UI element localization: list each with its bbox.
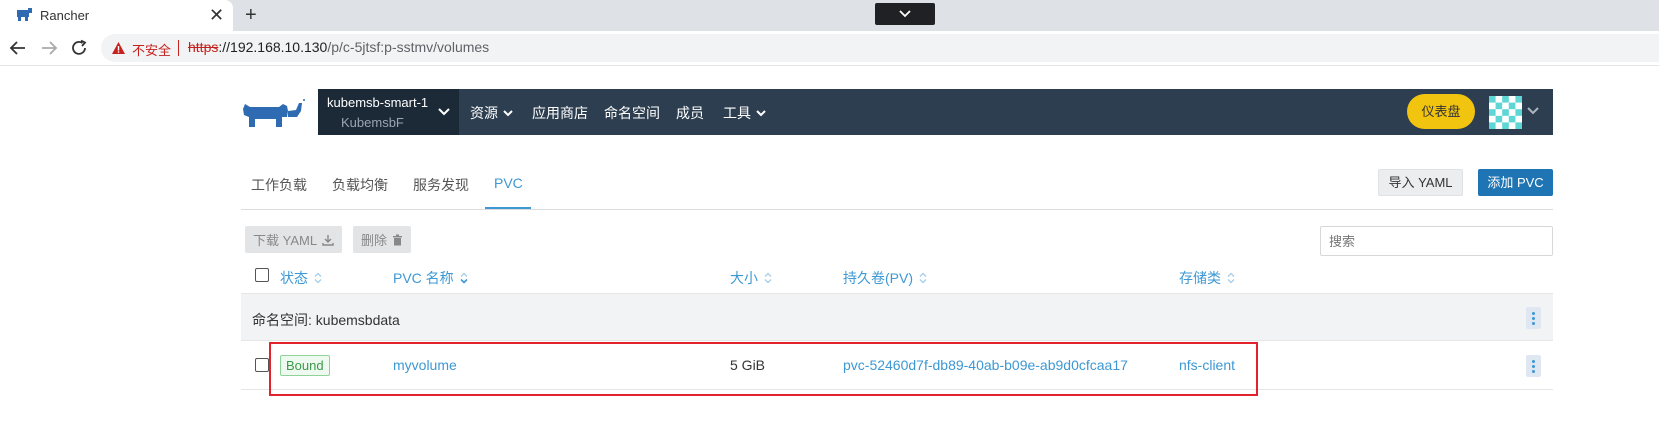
column-header-state-label: 状态	[280, 270, 308, 286]
tab-pvc[interactable]: PVC	[494, 175, 523, 191]
group-actions-menu-icon[interactable]	[1526, 307, 1541, 329]
download-yaml-label: 下载 YAML	[253, 233, 318, 248]
column-header-persistent-volume[interactable]: 持久卷(PV)	[843, 268, 927, 288]
tab-workloads[interactable]: 工作负载	[251, 175, 307, 195]
browser-tabstrip: Rancher ✕ +	[0, 0, 1659, 31]
new-tab-button[interactable]: +	[245, 4, 257, 26]
trash-icon	[393, 234, 403, 245]
dashboard-button[interactable]: 仪表盘	[1407, 94, 1475, 129]
download-icon	[322, 234, 334, 246]
menu-catalog[interactable]: 应用商店	[532, 103, 588, 123]
reload-icon[interactable]	[70, 39, 88, 57]
address-bar[interactable]: 不安全 https://192.168.10.130/p/c-5jtsf:p-s…	[101, 34, 1659, 62]
import-yaml-button[interactable]: 导入 YAML	[1378, 169, 1463, 196]
menu-tools[interactable]: 工具	[723, 103, 766, 123]
cluster-project-switcher[interactable]: kubemsb-smart-1 KubemsbF	[318, 89, 459, 135]
menu-members-label: 成员	[676, 105, 704, 121]
menu-resources[interactable]: 资源	[470, 103, 513, 123]
project-name: KubemsbF	[341, 115, 404, 130]
row-actions-menu-icon[interactable]	[1526, 355, 1541, 377]
browser-tab-rancher[interactable]: Rancher ✕	[0, 0, 233, 31]
delete-button[interactable]: 删除	[353, 226, 412, 253]
column-header-size[interactable]: 大小	[730, 268, 772, 288]
column-header-pvc-name-label: PVC 名称	[393, 270, 454, 286]
rancher-header: kubemsb-smart-1 KubemsbF 资源 应用商店 命名空间 成员…	[318, 89, 1553, 135]
chevron-down-icon	[438, 108, 450, 116]
menu-resources-label: 资源	[470, 105, 498, 121]
rancher-favicon-icon	[17, 8, 32, 21]
menu-members[interactable]: 成员	[676, 103, 704, 123]
search-input[interactable]	[1320, 226, 1553, 256]
column-header-storage-class[interactable]: 存储类	[1179, 268, 1235, 288]
column-header-pvc-name[interactable]: PVC 名称	[393, 268, 468, 288]
row-select-checkbox[interactable]	[255, 358, 269, 372]
user-avatar[interactable]	[1489, 96, 1522, 129]
menu-catalog-label: 应用商店	[532, 105, 588, 121]
chevron-down-icon	[503, 109, 513, 116]
chevron-down-icon	[756, 109, 766, 116]
menu-namespaces[interactable]: 命名空间	[604, 103, 660, 123]
menu-namespaces-label: 命名空间	[604, 105, 660, 121]
chevron-down-icon[interactable]	[1527, 107, 1539, 115]
url-path: /p/c-5jtsf:p-sstmv/volumes	[327, 39, 490, 55]
chevron-down-icon	[899, 10, 911, 18]
tab-load-balancing[interactable]: 负载均衡	[332, 175, 388, 195]
tab-service-discovery[interactable]: 服务发现	[413, 175, 469, 195]
browser-toolbar: 不安全 https://192.168.10.130/p/c-5jtsf:p-s…	[0, 31, 1659, 66]
delete-label: 删除	[361, 233, 388, 248]
column-header-storage-class-label: 存储类	[1179, 270, 1221, 286]
cluster-name: kubemsb-smart-1	[327, 95, 429, 110]
forward-arrow-icon[interactable]	[40, 39, 58, 57]
rancher-logo-icon[interactable]	[241, 97, 305, 129]
url-text[interactable]: https://192.168.10.130/p/c-5jtsf:p-sstmv…	[188, 39, 489, 55]
sort-icon	[764, 272, 772, 284]
url-host: ://192.168.10.130	[218, 39, 328, 55]
close-tab-icon[interactable]: ✕	[209, 5, 224, 25]
add-pvc-button[interactable]: 添加 PVC	[1478, 169, 1553, 196]
sort-icon	[314, 272, 322, 284]
tab-search-button[interactable]	[875, 3, 935, 25]
namespace-group-row: 命名空间: kubemsbdata	[241, 293, 1553, 341]
column-header-size-label: 大小	[730, 270, 758, 286]
menu-tools-label: 工具	[723, 105, 751, 121]
omnibox-separator	[178, 40, 179, 56]
sort-descending-icon	[460, 272, 468, 284]
warning-triangle-icon[interactable]	[111, 41, 126, 55]
download-yaml-button[interactable]: 下载 YAML	[245, 226, 343, 253]
sort-icon	[1227, 272, 1235, 284]
select-all-checkbox[interactable]	[255, 268, 269, 282]
browser-tab-title: Rancher	[40, 8, 90, 23]
insecure-label[interactable]: 不安全	[132, 40, 171, 59]
sort-icon	[919, 272, 927, 284]
column-header-state[interactable]: 状态	[280, 268, 322, 288]
namespace-group-label: 命名空间: kubemsbdata	[252, 312, 400, 328]
column-header-persistent-volume-label: 持久卷(PV)	[843, 270, 913, 286]
back-arrow-icon[interactable]	[9, 39, 27, 57]
url-protocol: https	[188, 39, 219, 55]
tabs-divider	[241, 209, 1553, 210]
highlight-annotation-box	[269, 342, 1258, 396]
